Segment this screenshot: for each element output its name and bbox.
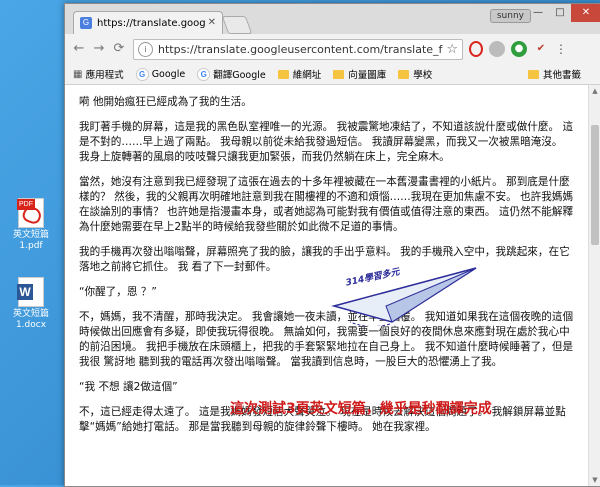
info-icon[interactable]: i — [138, 41, 153, 57]
maximize-button[interactable]: □ — [549, 4, 571, 22]
scroll-up-icon[interactable]: ▲ — [589, 85, 600, 97]
opera-extension-icon[interactable] — [469, 41, 483, 57]
browser-tab[interactable]: G https://translate.google ✕ — [73, 11, 223, 34]
desktop-icon-label: 1.docx — [15, 320, 47, 330]
bookmark-folder-school[interactable]: 學校 — [398, 67, 432, 81]
google-icon: G — [135, 67, 149, 81]
close-button[interactable]: ✕ — [571, 4, 600, 22]
paragraph: 我的手機再次發出嗡嗡聲，屏幕照亮了我的臉，讓我的手出乎意料。 我的手機飛入空中，… — [79, 246, 570, 273]
extension-icon[interactable] — [489, 41, 505, 57]
red-extension-icon[interactable]: ✔ — [533, 41, 549, 57]
address-bar[interactable]: i https://translate.googleusercontent.co… — [133, 38, 463, 60]
bookmark-folder-vector[interactable]: 向量圖庫 — [333, 67, 386, 81]
google-translate-favicon-icon: G — [80, 17, 92, 29]
bookmark-folder-links[interactable]: 維網址 — [277, 67, 321, 81]
folder-icon — [333, 69, 345, 79]
paragraph: “我 不想 讓2做這個” — [79, 381, 178, 393]
desktop-icon-label: 英文短篇 — [12, 230, 49, 240]
reload-icon[interactable]: ⟳ — [109, 39, 129, 59]
folder-icon — [277, 69, 289, 79]
vertical-scrollbar[interactable]: ▲ ▼ — [588, 85, 600, 486]
minimize-button[interactable]: — — [527, 4, 549, 22]
folder-icon — [398, 69, 410, 79]
desktop-icon-label: 1.pdf — [19, 241, 43, 251]
green-extension-icon[interactable]: ● — [511, 41, 527, 57]
page-content: 嗬 他開始瘋狂已經成為了我的生活。 我盯著手機的屏幕，這是我的黑色臥室裡唯一的光… — [65, 85, 589, 486]
title-bar: G https://translate.google ✕ sunny — □ ✕ — [65, 4, 600, 34]
url-text[interactable]: https://translate.googleusercontent.com/… — [158, 43, 446, 56]
menu-dots-icon[interactable]: ⋮ — [555, 42, 567, 56]
desktop-icon-label: 英文短篇 — [12, 309, 49, 319]
paragraph: “你醒了，恩 ？” — [79, 286, 157, 298]
paragraph: 當然，她沒有注意到我已經發現了這張在過去的十多年裡被藏在一本舊漫畫書裡的小紙片。… — [79, 176, 574, 233]
tab-title: https://translate.google — [97, 17, 205, 29]
bookmark-star-icon[interactable]: ☆ — [446, 42, 458, 57]
profile-button[interactable]: sunny — [489, 9, 531, 23]
back-icon[interactable]: ← — [69, 39, 89, 59]
folder-icon — [527, 69, 539, 79]
forward-icon[interactable]: → — [89, 39, 109, 59]
paragraph: 不，媽媽，我不清醒，那時我決定。 我會讓她一夜未讀，並在早上回覆。 我知道如果我… — [79, 311, 574, 368]
desktop-icon-pdf[interactable]: PDF 英文短篇 1.pdf — [2, 198, 60, 252]
apps-grid-icon: ▦ — [73, 68, 86, 80]
other-bookmarks[interactable]: 其他書籤 — [527, 67, 581, 81]
new-tab-button[interactable] — [221, 16, 253, 34]
navigation-toolbar: ← → ⟳ i https://translate.googleusercont… — [65, 34, 600, 64]
bookmarks-bar: ▦ 應用程式 G Google G 翻譯Google 維網址 向量圖庫 學校 其… — [65, 64, 600, 85]
google-icon: G — [197, 67, 211, 81]
desktop-icon-docx[interactable]: W 英文短篇 1.docx — [2, 277, 60, 331]
translated-text: 嗬 他開始瘋狂已經成為了我的生活。 我盯著手機的屏幕，這是我的黑色臥室裡唯一的光… — [65, 85, 589, 435]
pdf-file-icon: PDF — [17, 198, 44, 228]
bookmark-apps[interactable]: ▦ 應用程式 — [73, 67, 124, 82]
word-file-icon: W — [17, 277, 44, 307]
annotation-caption: 這次測試3頁英文短篇，幾乎是秒翻譯完成 — [230, 401, 492, 417]
paragraph: 嗬 他開始瘋狂已經成為了我的生活。 — [79, 96, 252, 108]
scroll-down-icon[interactable]: ▼ — [589, 474, 600, 486]
bookmark-google[interactable]: G Google — [135, 67, 185, 81]
scrollbar-thumb[interactable] — [591, 125, 599, 245]
tab-close-icon[interactable]: ✕ — [208, 17, 216, 28]
bookmark-google-translate[interactable]: G 翻譯Google — [197, 67, 266, 81]
window-controls: — □ ✕ — [527, 4, 600, 22]
paragraph: 我盯著手機的屏幕，這是我的黑色臥室裡唯一的光源。 我被震驚地凍結了，不知道該說什… — [79, 121, 574, 163]
